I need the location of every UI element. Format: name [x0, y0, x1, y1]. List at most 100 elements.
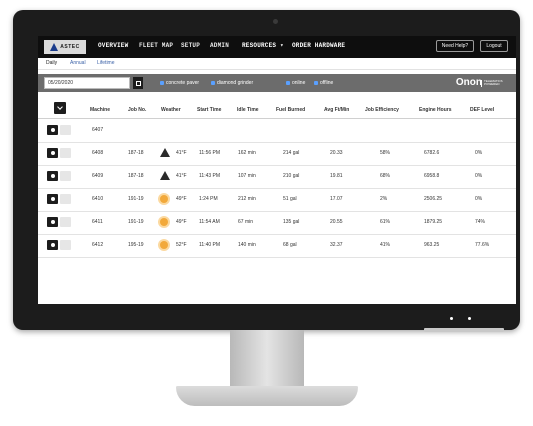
cell-start: 1:24 PM	[199, 196, 218, 202]
cell-hours: 6958.8	[424, 173, 440, 179]
nav-overview[interactable]: OVERVIEW	[98, 42, 128, 49]
col-start-time[interactable]: Start Time	[197, 107, 221, 113]
row-select-toggle[interactable]	[60, 171, 71, 181]
cell-avg: 32.37	[330, 242, 343, 248]
webcam	[273, 19, 278, 24]
logo-mark-icon	[50, 43, 59, 51]
nav-resources[interactable]: RESOURCES ▾	[242, 42, 284, 49]
warning-icon	[160, 148, 170, 157]
cell-temp: 41°F	[176, 173, 187, 179]
indicator-dot	[468, 317, 471, 320]
cell-machine: 6410	[92, 196, 104, 202]
tab-annual[interactable]: Annual	[70, 60, 86, 66]
cell-eff: 2%	[380, 196, 388, 202]
col-idle-time[interactable]: Idle Time	[237, 107, 259, 113]
tab-lifetime[interactable]: Lifetime	[97, 60, 115, 66]
logo-text: ASTEC	[60, 44, 80, 50]
col-job-efficiency[interactable]: Job Efficiency	[365, 107, 399, 113]
sun-icon	[160, 218, 168, 226]
cell-def: 74%	[475, 219, 486, 225]
onion-logo-subtitle: TELEMATICS POWERED	[481, 80, 510, 87]
cell-start: 11:43 PM	[199, 173, 221, 179]
col-machine[interactable]: Machine	[90, 107, 110, 113]
cell-eff: 41%	[380, 242, 391, 248]
monitor-stand-neck	[230, 330, 304, 388]
cell-avg: 20.55	[330, 219, 343, 225]
row-select-toggle[interactable]	[60, 148, 71, 158]
table-row[interactable]: 6411 191-19 49°F 11:54 AM 67 min 135 gal 20.55…	[38, 211, 516, 235]
checkbox-icon	[314, 81, 318, 85]
checkbox-icon	[286, 81, 290, 85]
tab-daily[interactable]: Daily	[46, 60, 57, 66]
checkbox-label: online	[292, 80, 306, 86]
cell-job: 187-18	[128, 150, 144, 156]
cell-temp: 41°F	[176, 150, 187, 156]
calendar-button[interactable]	[133, 77, 143, 89]
expand-row-button[interactable]	[47, 171, 58, 181]
cell-eff: 58%	[380, 150, 391, 156]
checkbox-icon	[211, 81, 215, 85]
table-row[interactable]: 6408 187-18 41°F 11:56 PM 162 min 214 gal 20.3…	[38, 142, 516, 166]
cell-fuel: 135 gal	[283, 219, 300, 225]
row-select-toggle[interactable]	[60, 217, 71, 227]
expand-row-button[interactable]	[47, 194, 58, 204]
collapse-all-button[interactable]	[54, 102, 66, 114]
row-select-toggle[interactable]	[60, 125, 71, 135]
col-engine-hours[interactable]: Engine Hours	[419, 107, 452, 113]
warning-icon	[160, 171, 170, 180]
cell-job: 195-19	[128, 242, 144, 248]
cell-job: 187-18	[128, 173, 144, 179]
col-fuel-burned[interactable]: Fuel Burned	[276, 107, 305, 113]
cell-fuel: 210 gal	[283, 173, 300, 179]
cell-idle: 212 min	[238, 196, 256, 202]
top-navigation: ASTEC OVERVIEW FLEET MAP SETUP ADMIN RES…	[38, 36, 516, 58]
astec-logo[interactable]: ASTEC	[44, 40, 86, 54]
sun-icon	[160, 195, 168, 203]
onion-logo: Onon	[455, 77, 482, 88]
table-header: Machine Job No. Weather Start Time Idle …	[38, 102, 516, 119]
row-select-toggle[interactable]	[60, 194, 71, 204]
expand-row-button[interactable]	[47, 148, 58, 158]
table-row[interactable]: 6410 191-19 49°F 1:24 PM 212 min 51 gal 17.07 2…	[38, 188, 516, 212]
cell-temp: 52°F	[176, 242, 187, 248]
cell-fuel: 51 gal	[283, 196, 297, 202]
col-job-no[interactable]: Job No.	[128, 107, 146, 113]
info-icon	[50, 220, 55, 224]
table-row[interactable]: 6409 187-18 41°F 11:43 PM 107 min 210 gal 19.8…	[38, 165, 516, 189]
filter-concrete-paver[interactable]: concrete paver	[160, 80, 199, 86]
checkbox-label: offline	[320, 80, 334, 86]
date-input[interactable]: 05/20/2020	[44, 77, 130, 89]
cell-avg: 19.81	[330, 173, 343, 179]
filter-online[interactable]: online	[286, 80, 305, 86]
logout-button[interactable]: Logout	[480, 40, 508, 52]
cell-job: 191-19	[128, 219, 144, 225]
filter-diamond-grinder[interactable]: diamond grinder	[211, 80, 253, 86]
checkbox-icon	[160, 81, 164, 85]
need-help-button[interactable]: Need Help?	[436, 40, 474, 52]
nav-fleet-map[interactable]: FLEET MAP	[139, 42, 173, 49]
cell-start: 11:54 AM	[199, 219, 220, 225]
expand-row-button[interactable]	[47, 125, 58, 135]
filter-offline[interactable]: offline	[314, 80, 333, 86]
col-avg-ft-min[interactable]: Avg Ft/Min	[324, 107, 349, 113]
table-row[interactable]: 6412 195-19 52°F 11:40 PM 140 min 68 gal 32.37…	[38, 234, 516, 258]
cell-start: 11:40 PM	[199, 242, 221, 248]
nav-admin[interactable]: ADMIN	[210, 42, 229, 49]
col-def-level[interactable]: DEF Level	[470, 107, 494, 113]
nav-order-hardware[interactable]: ORDER HARDWARE	[292, 42, 345, 49]
monitor-stand-base	[176, 386, 358, 406]
col-weather[interactable]: Weather	[161, 107, 181, 113]
nav-setup[interactable]: SETUP	[181, 42, 200, 49]
cell-temp: 49°F	[176, 219, 187, 225]
table-row[interactable]: 6407	[38, 119, 516, 143]
filter-bar: 05/20/2020 concrete paver diamond grinde…	[38, 74, 516, 92]
info-icon	[50, 243, 55, 247]
monitor-indicator-bar	[424, 328, 504, 332]
row-select-toggle[interactable]	[60, 240, 71, 250]
cell-idle: 162 min	[238, 150, 256, 156]
expand-row-button[interactable]	[47, 217, 58, 227]
cell-fuel: 68 gal	[283, 242, 297, 248]
calendar-icon	[135, 80, 141, 86]
expand-row-button[interactable]	[47, 240, 58, 250]
sub-tabs: Daily Annual Lifetime	[38, 58, 516, 70]
